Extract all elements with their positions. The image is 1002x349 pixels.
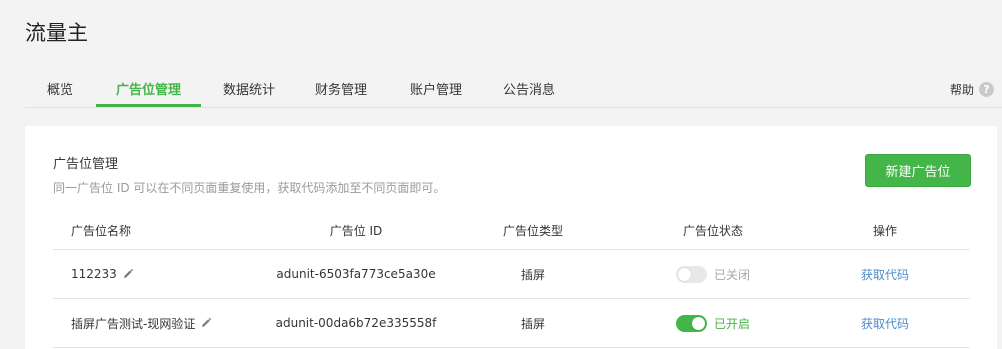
column-header-actions: 操作 — [872, 224, 897, 238]
help-label: 帮助 — [949, 83, 974, 97]
ad-unit-name: 112233 — [71, 267, 117, 281]
section-description: 同一广告位 ID 可以在不同页面重复使用，获取代码添加至不同页面即可。 — [53, 181, 446, 195]
tab-finance-management[interactable]: 财务管理 — [315, 79, 367, 98]
question-mark-icon: ? — [979, 82, 994, 97]
active-tab-indicator — [96, 104, 201, 107]
get-code-link[interactable]: 获取代码 — [823, 299, 947, 347]
pencil-icon[interactable] — [200, 317, 212, 329]
ad-unit-name-cell: 插屏广告测试-现网验证 — [71, 299, 212, 347]
column-header-id: 广告位 ID — [329, 224, 383, 238]
ad-unit-id: adunit-6503fa773ce5a30e — [276, 267, 436, 281]
ad-unit-id: adunit-00da6b72e335558f — [275, 316, 437, 330]
table-row: 112233 adunit-6503fa773ce5a30e 插屏 已关闭 获取… — [53, 250, 970, 299]
ad-unit-type: 插屏 — [520, 267, 545, 282]
status-toggle[interactable] — [675, 265, 707, 283]
ad-unit-status: 已关闭 — [633, 250, 793, 298]
page-title: 流量主 — [25, 21, 88, 45]
ad-unit-name: 插屏广告测试-现网验证 — [71, 316, 196, 331]
main-nav: 概览 广告位管理 数据统计 财务管理 账户管理 公告消息 帮助 ? — [25, 68, 1002, 108]
status-label: 已关闭 — [713, 267, 750, 282]
ad-unit-status: 已开启 — [633, 299, 793, 347]
table-header: 广告位名称 广告位 ID 广告位类型 广告位状态 操作 — [53, 212, 970, 250]
ad-unit-table: 广告位名称 广告位 ID 广告位类型 广告位状态 操作 112233 aduni… — [53, 212, 970, 348]
ad-unit-card: 广告位管理 同一广告位 ID 可以在不同页面重复使用，获取代码添加至不同页面即可… — [25, 126, 997, 349]
help-link[interactable]: 帮助 ? — [950, 81, 994, 98]
column-header-name: 广告位名称 — [71, 224, 132, 238]
section-title: 广告位管理 — [53, 157, 119, 172]
tab-ad-unit-management[interactable]: 广告位管理 — [116, 79, 181, 98]
status-label: 已开启 — [713, 316, 750, 331]
tab-data-statistics[interactable]: 数据统计 — [223, 79, 275, 98]
table-row: 插屏广告测试-现网验证 adunit-00da6b72e335558f 插屏 已… — [53, 299, 970, 348]
ad-unit-name-cell: 112233 — [71, 250, 134, 298]
status-toggle[interactable] — [675, 314, 707, 332]
column-header-status: 广告位状态 — [682, 224, 743, 238]
ad-unit-type: 插屏 — [520, 316, 545, 331]
tab-account-management[interactable]: 账户管理 — [410, 79, 462, 98]
pencil-icon[interactable] — [122, 268, 134, 280]
new-ad-unit-button[interactable]: 新建广告位 — [865, 154, 971, 187]
tab-overview[interactable]: 概览 — [47, 79, 73, 98]
column-header-type: 广告位类型 — [502, 224, 563, 238]
get-code-link[interactable]: 获取代码 — [823, 250, 947, 298]
tab-announcements[interactable]: 公告消息 — [503, 79, 555, 98]
